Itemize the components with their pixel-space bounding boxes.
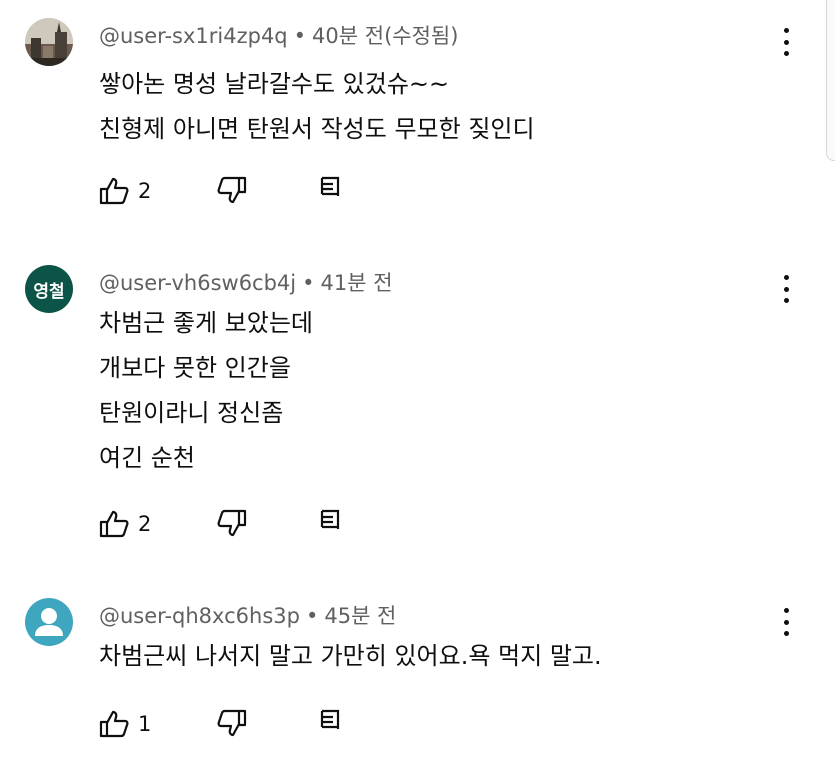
comment-line: 쌓아논 명성 날라갈수도 있겄슈~~	[99, 70, 450, 98]
comment-line: 개보다 못한 인간을	[99, 354, 291, 382]
comment-meta: @user-qh8xc6hs3p • 45분 전	[99, 600, 396, 630]
default-avatar-icon	[35, 608, 63, 636]
like-count: 1	[138, 712, 152, 736]
avatar[interactable]	[25, 598, 73, 646]
thumb-up-icon	[99, 510, 129, 538]
username[interactable]: @user-qh8xc6hs3p	[99, 604, 300, 628]
comment-line: 탄원이라니 정신좀	[99, 399, 284, 427]
reply-button[interactable]	[319, 509, 341, 531]
avatar-text: 영철	[33, 281, 65, 302]
comment-text: 차범근씨 나서지 말고 가만히 있어요.욕 먹지 말고.	[99, 634, 602, 679]
thumb-down-icon	[217, 176, 247, 204]
comment-meta: @user-sx1ri4zp4q • 40분 전(수정됨)	[99, 20, 458, 50]
like-button[interactable]: 2	[99, 510, 151, 538]
like-count: 2	[138, 512, 152, 536]
reply-icon	[320, 709, 340, 729]
comment-actions: 2	[99, 176, 340, 206]
thumb-down-icon	[217, 709, 247, 737]
comment-actions: 1	[99, 709, 340, 739]
comment-line: 친형제 아니면 탄원서 작성도 무모한 짖인디	[99, 115, 535, 143]
thumb-down-icon	[217, 509, 247, 537]
comment-line: 차범근 좋게 보았는데	[99, 309, 313, 337]
reply-button[interactable]	[319, 176, 341, 198]
like-button[interactable]: 1	[99, 710, 151, 738]
dislike-button[interactable]	[217, 509, 247, 537]
separator: •	[293, 24, 307, 48]
reply-icon	[320, 509, 340, 529]
comment-text: 쌓아논 명성 날라갈수도 있겄슈~~ 친형제 아니면 탄원서 작성도 무모한 짖…	[99, 62, 535, 152]
avatar-photo-icon	[25, 18, 73, 66]
dislike-button[interactable]	[217, 176, 247, 204]
reply-button[interactable]	[319, 709, 341, 731]
like-count: 2	[138, 179, 152, 203]
more-vert-icon[interactable]	[776, 608, 796, 636]
comment-line: 차범근씨 나서지 말고 가만히 있어요.욕 먹지 말고.	[99, 642, 602, 670]
more-vert-icon[interactable]	[776, 275, 796, 303]
avatar[interactable]	[25, 18, 73, 66]
reply-icon	[320, 176, 340, 196]
thumb-up-icon	[99, 710, 129, 738]
more-vert-icon[interactable]	[776, 28, 796, 56]
separator: •	[305, 604, 319, 628]
username[interactable]: @user-sx1ri4zp4q	[99, 24, 288, 48]
username[interactable]: @user-vh6sw6cb4j	[99, 271, 296, 295]
timestamp[interactable]: 45분 전	[324, 604, 396, 628]
comment-text: 차범근 좋게 보았는데 개보다 못한 인간을 탄원이라니 정신좀 여긴 순천	[99, 301, 313, 481]
dislike-button[interactable]	[217, 709, 247, 737]
comment-meta: @user-vh6sw6cb4j • 41분 전	[99, 267, 393, 297]
timestamp[interactable]: 41분 전	[321, 271, 393, 295]
like-button[interactable]: 2	[99, 177, 151, 205]
timestamp[interactable]: 40분 전(수정됨)	[312, 24, 458, 48]
avatar[interactable]: 영철	[25, 265, 73, 313]
thumb-up-icon	[99, 177, 129, 205]
comment-line: 여긴 순천	[99, 444, 195, 472]
scrollbar[interactable]	[826, 0, 835, 161]
comment-actions: 2	[99, 509, 340, 539]
separator: •	[302, 271, 315, 295]
